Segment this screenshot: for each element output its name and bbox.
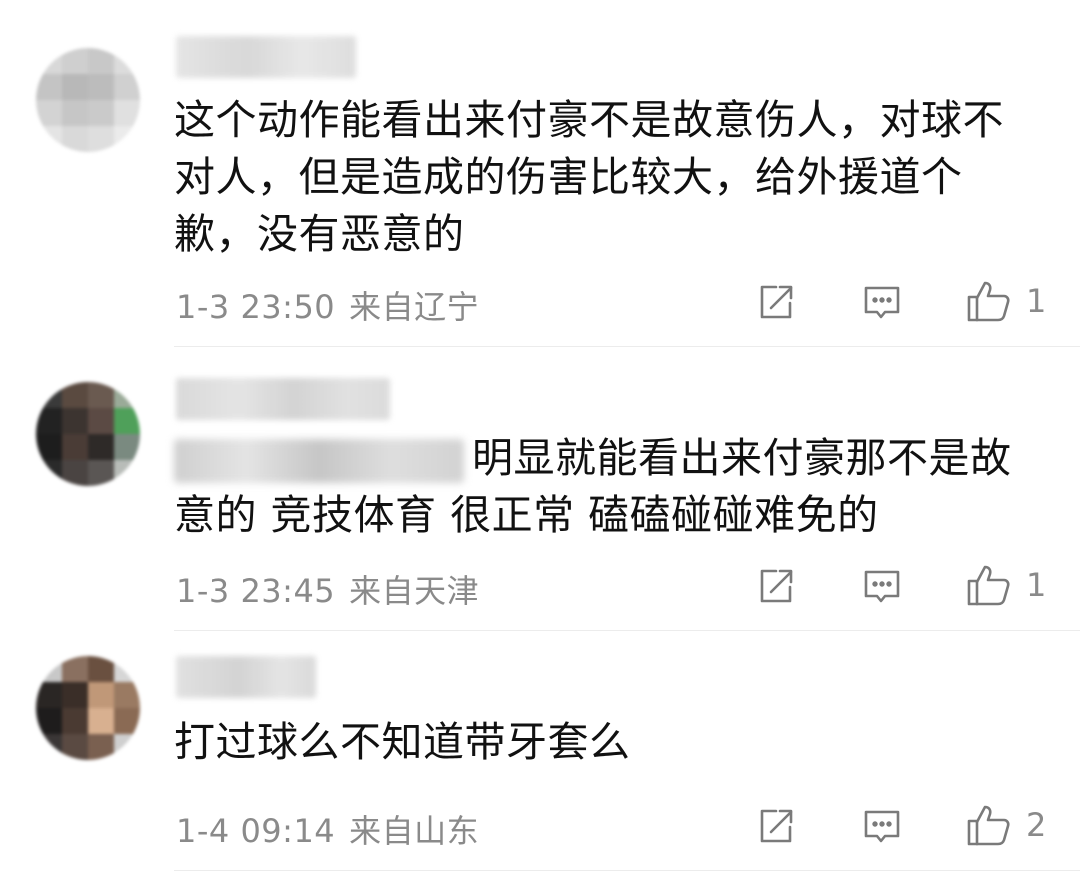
like-button[interactable]: 2 xyxy=(966,802,1046,848)
comment-location: 来自山东 xyxy=(349,812,480,850)
divider xyxy=(174,870,1080,871)
like-count: 2 xyxy=(1026,806,1047,844)
avatar[interactable] xyxy=(36,656,140,760)
reply-button[interactable] xyxy=(862,806,902,846)
comment-text: 打过球么不知道带牙套么 xyxy=(174,714,1034,771)
username-blurred[interactable] xyxy=(176,656,316,698)
comment-icon xyxy=(864,810,900,843)
comment-item: 打过球么不知道带牙套么 1-4 09:14 来自山东 2 xyxy=(0,0,1080,884)
comment-text-content: 打过球么不知道带牙套么 xyxy=(174,718,631,766)
forward-button[interactable] xyxy=(756,806,796,846)
share-edit-icon xyxy=(760,809,793,843)
comment-time: 1-4 09:14 xyxy=(176,812,336,850)
comment-meta: 1-4 09:14 来自山东 xyxy=(176,806,479,852)
thumbs-up-icon xyxy=(967,805,1010,846)
